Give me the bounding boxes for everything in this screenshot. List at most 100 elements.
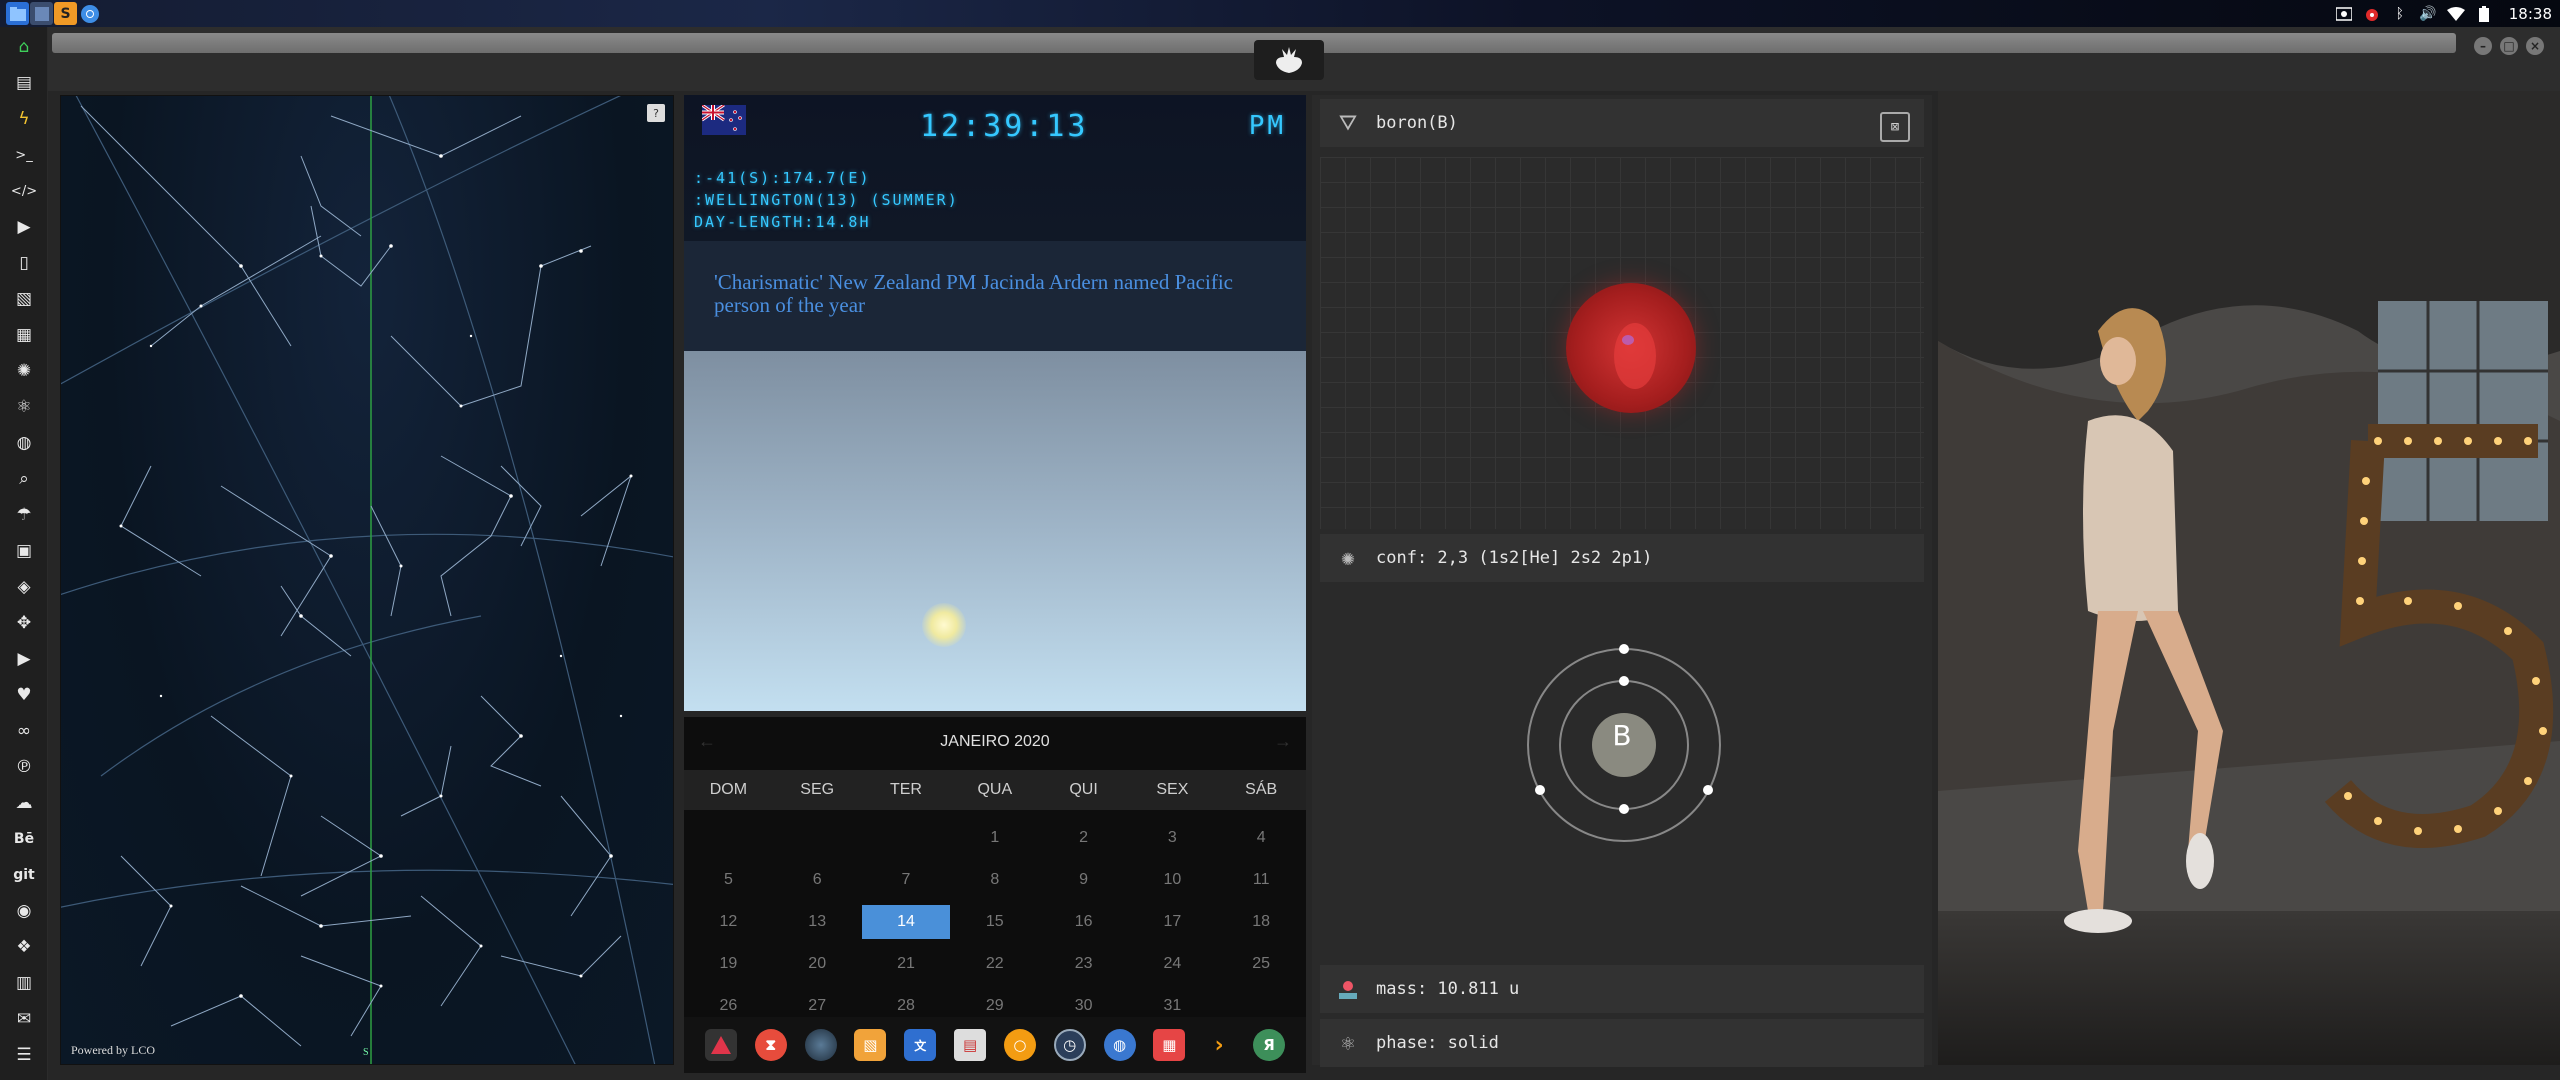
maximize-button[interactable]: □ [2500, 37, 2518, 55]
volume-icon[interactable]: 🔊 [2419, 5, 2437, 23]
umbrella-icon[interactable]: ☂ [12, 503, 36, 527]
youtube-icon[interactable]: ▶ [12, 647, 36, 671]
close-button[interactable]: × [2526, 37, 2544, 55]
search-icon[interactable]: ○ [1003, 1029, 1036, 1061]
contact-icon[interactable]: ▣ [12, 539, 36, 563]
calendar-day[interactable]: 23 [1039, 943, 1128, 985]
app-dock: ⧗ ▧ 文 ▤ ○ ◷ ◍ ▦ › Я [684, 1017, 1306, 1073]
minimize-button[interactable]: – [2474, 37, 2492, 55]
news-headline[interactable]: 'Charismatic' New Zealand PM Jacinda Ard… [714, 271, 1276, 317]
news-icon[interactable]: ▦ [12, 323, 36, 347]
tray-clock[interactable]: 18:38 [2509, 5, 2552, 23]
book-icon[interactable]: ▯ [12, 251, 36, 275]
bluetooth-icon[interactable]: ᛒ [2391, 5, 2409, 23]
system-tray: ᛒ 🔊 18:38 [2335, 0, 2552, 27]
photo-illustration [1938, 91, 2560, 1065]
heart-icon[interactable]: ♥ [12, 683, 36, 707]
wifi-icon[interactable] [2446, 5, 2465, 23]
cc-icon[interactable]: ∞ [12, 719, 36, 743]
image-viewer-icon[interactable]: ▧ [854, 1029, 887, 1061]
translate-icon[interactable]: 文 [904, 1029, 937, 1061]
screenshot-icon[interactable] [2335, 5, 2353, 23]
behance-icon[interactable]: Bē [12, 827, 36, 851]
calendar-day[interactable]: 15 [950, 901, 1039, 943]
mail-icon[interactable]: ✉ [12, 1007, 36, 1031]
search-icon[interactable]: ⌕ [12, 467, 36, 491]
linux-icon[interactable] [704, 1029, 737, 1061]
code-icon[interactable]: </> [11, 179, 37, 203]
desktop-icon[interactable] [30, 2, 53, 25]
calendar-day[interactable]: 7 [862, 859, 951, 901]
clock-panel: 12:39:13 PM :-41(S):174.7(E) :WELLINGTON… [684, 95, 1306, 241]
rebel-alliance-icon[interactable] [1254, 40, 1324, 80]
chrome-icon[interactable] [78, 2, 101, 25]
calendar-day[interactable]: 17 [1128, 901, 1217, 943]
dropbox-icon[interactable]: ❖ [12, 935, 36, 959]
sublime-text-icon[interactable]: S [54, 2, 77, 25]
globe-icon[interactable]: ◍ [1103, 1029, 1136, 1061]
play-icon[interactable]: ▶ [12, 215, 36, 239]
atom-icon[interactable]: ⚛ [12, 395, 36, 419]
close-panel-button[interactable]: ⊠ [1880, 112, 1910, 142]
battery-icon[interactable] [2475, 5, 2493, 23]
calendar-day[interactable]: 19 [684, 943, 773, 985]
terminal-icon[interactable]: >_ [12, 143, 36, 167]
calendar-day[interactable]: 25 [1217, 943, 1306, 985]
next-month-icon[interactable]: → [1274, 731, 1292, 752]
list-icon[interactable]: ☰ [12, 1043, 36, 1067]
calendar-icon[interactable]: ▦ [1153, 1029, 1186, 1061]
document-icon[interactable]: ▤ [12, 71, 36, 95]
globe-icon[interactable]: ◍ [12, 431, 36, 455]
calendar-day[interactable]: 3 [1128, 817, 1217, 859]
calendar-day[interactable]: 2 [1039, 817, 1128, 859]
timer-icon[interactable]: ⧗ [754, 1029, 787, 1061]
calendar-day[interactable]: 6 [773, 859, 862, 901]
star-map[interactable]: ? Powered by LCO S [60, 95, 674, 1065]
bug-icon[interactable] [2363, 5, 2381, 23]
calendar-day [862, 817, 951, 859]
home-icon[interactable]: ⌂ [12, 35, 36, 59]
calendar-month: JANEIRO 2020 [940, 733, 1050, 750]
expand-icon[interactable]: ✥ [12, 611, 36, 635]
help-button[interactable]: ? [647, 104, 665, 122]
calendar-day[interactable]: 21 [862, 943, 951, 985]
calendar-day[interactable]: 24 [1128, 943, 1217, 985]
pinterest-icon[interactable]: ℗ [12, 755, 36, 779]
calendar-day[interactable]: 20 [773, 943, 862, 985]
nucleus-view[interactable] [1320, 157, 1924, 529]
calendar-day[interactable]: 22 [950, 943, 1039, 985]
news-panel[interactable]: 'Charismatic' New Zealand PM Jacinda Ard… [684, 241, 1306, 351]
yandex-icon[interactable]: Я [1253, 1029, 1286, 1061]
github-icon[interactable]: ◉ [12, 899, 36, 923]
calendar-day[interactable]: 16 [1039, 901, 1128, 943]
planet-icon[interactable] [804, 1029, 837, 1061]
calendar-day[interactable]: 4 [1217, 817, 1306, 859]
element-name: boron(B) [1376, 113, 1458, 133]
calendar-day [773, 817, 862, 859]
starmap-credit: Powered by LCO [71, 1043, 155, 1057]
sublime-icon[interactable]: › [1203, 1029, 1235, 1061]
lightning-icon[interactable]: ϟ [12, 107, 36, 131]
calendar-day[interactable]: 11 [1217, 859, 1306, 901]
news-icon[interactable]: ▤ [954, 1029, 987, 1061]
calendar-day[interactable]: 1 [950, 817, 1039, 859]
calendar-day[interactable]: 12 [684, 901, 773, 943]
calendar-day[interactable]: 18 [1217, 901, 1306, 943]
calendar-day[interactable]: 5 [684, 859, 773, 901]
rebel-icon[interactable]: ✺ [12, 359, 36, 383]
day-length: DAY-LENGTH:14.8H [694, 213, 871, 231]
calendar-day[interactable]: 9 [1039, 859, 1128, 901]
clock-icon[interactable]: ◷ [1053, 1029, 1086, 1061]
map-icon[interactable]: ▥ [12, 971, 36, 995]
files-icon[interactable] [6, 2, 29, 25]
calendar-day-today[interactable]: 14 [861, 905, 951, 939]
git-icon[interactable]: git [12, 863, 36, 887]
image-icon[interactable]: ▧ [12, 287, 36, 311]
calendar-day[interactable]: 10 [1128, 859, 1217, 901]
cloud-icon[interactable]: ☁ [12, 791, 36, 815]
calendar-day[interactable]: 8 [950, 859, 1039, 901]
previous-month-icon[interactable]: ← [698, 731, 716, 752]
calendar-weekdays: DOM SEG TER QUA QUI SEX SÁB [684, 770, 1306, 810]
calendar-day[interactable]: 13 [773, 901, 862, 943]
tag-icon[interactable]: ◈ [12, 575, 36, 599]
